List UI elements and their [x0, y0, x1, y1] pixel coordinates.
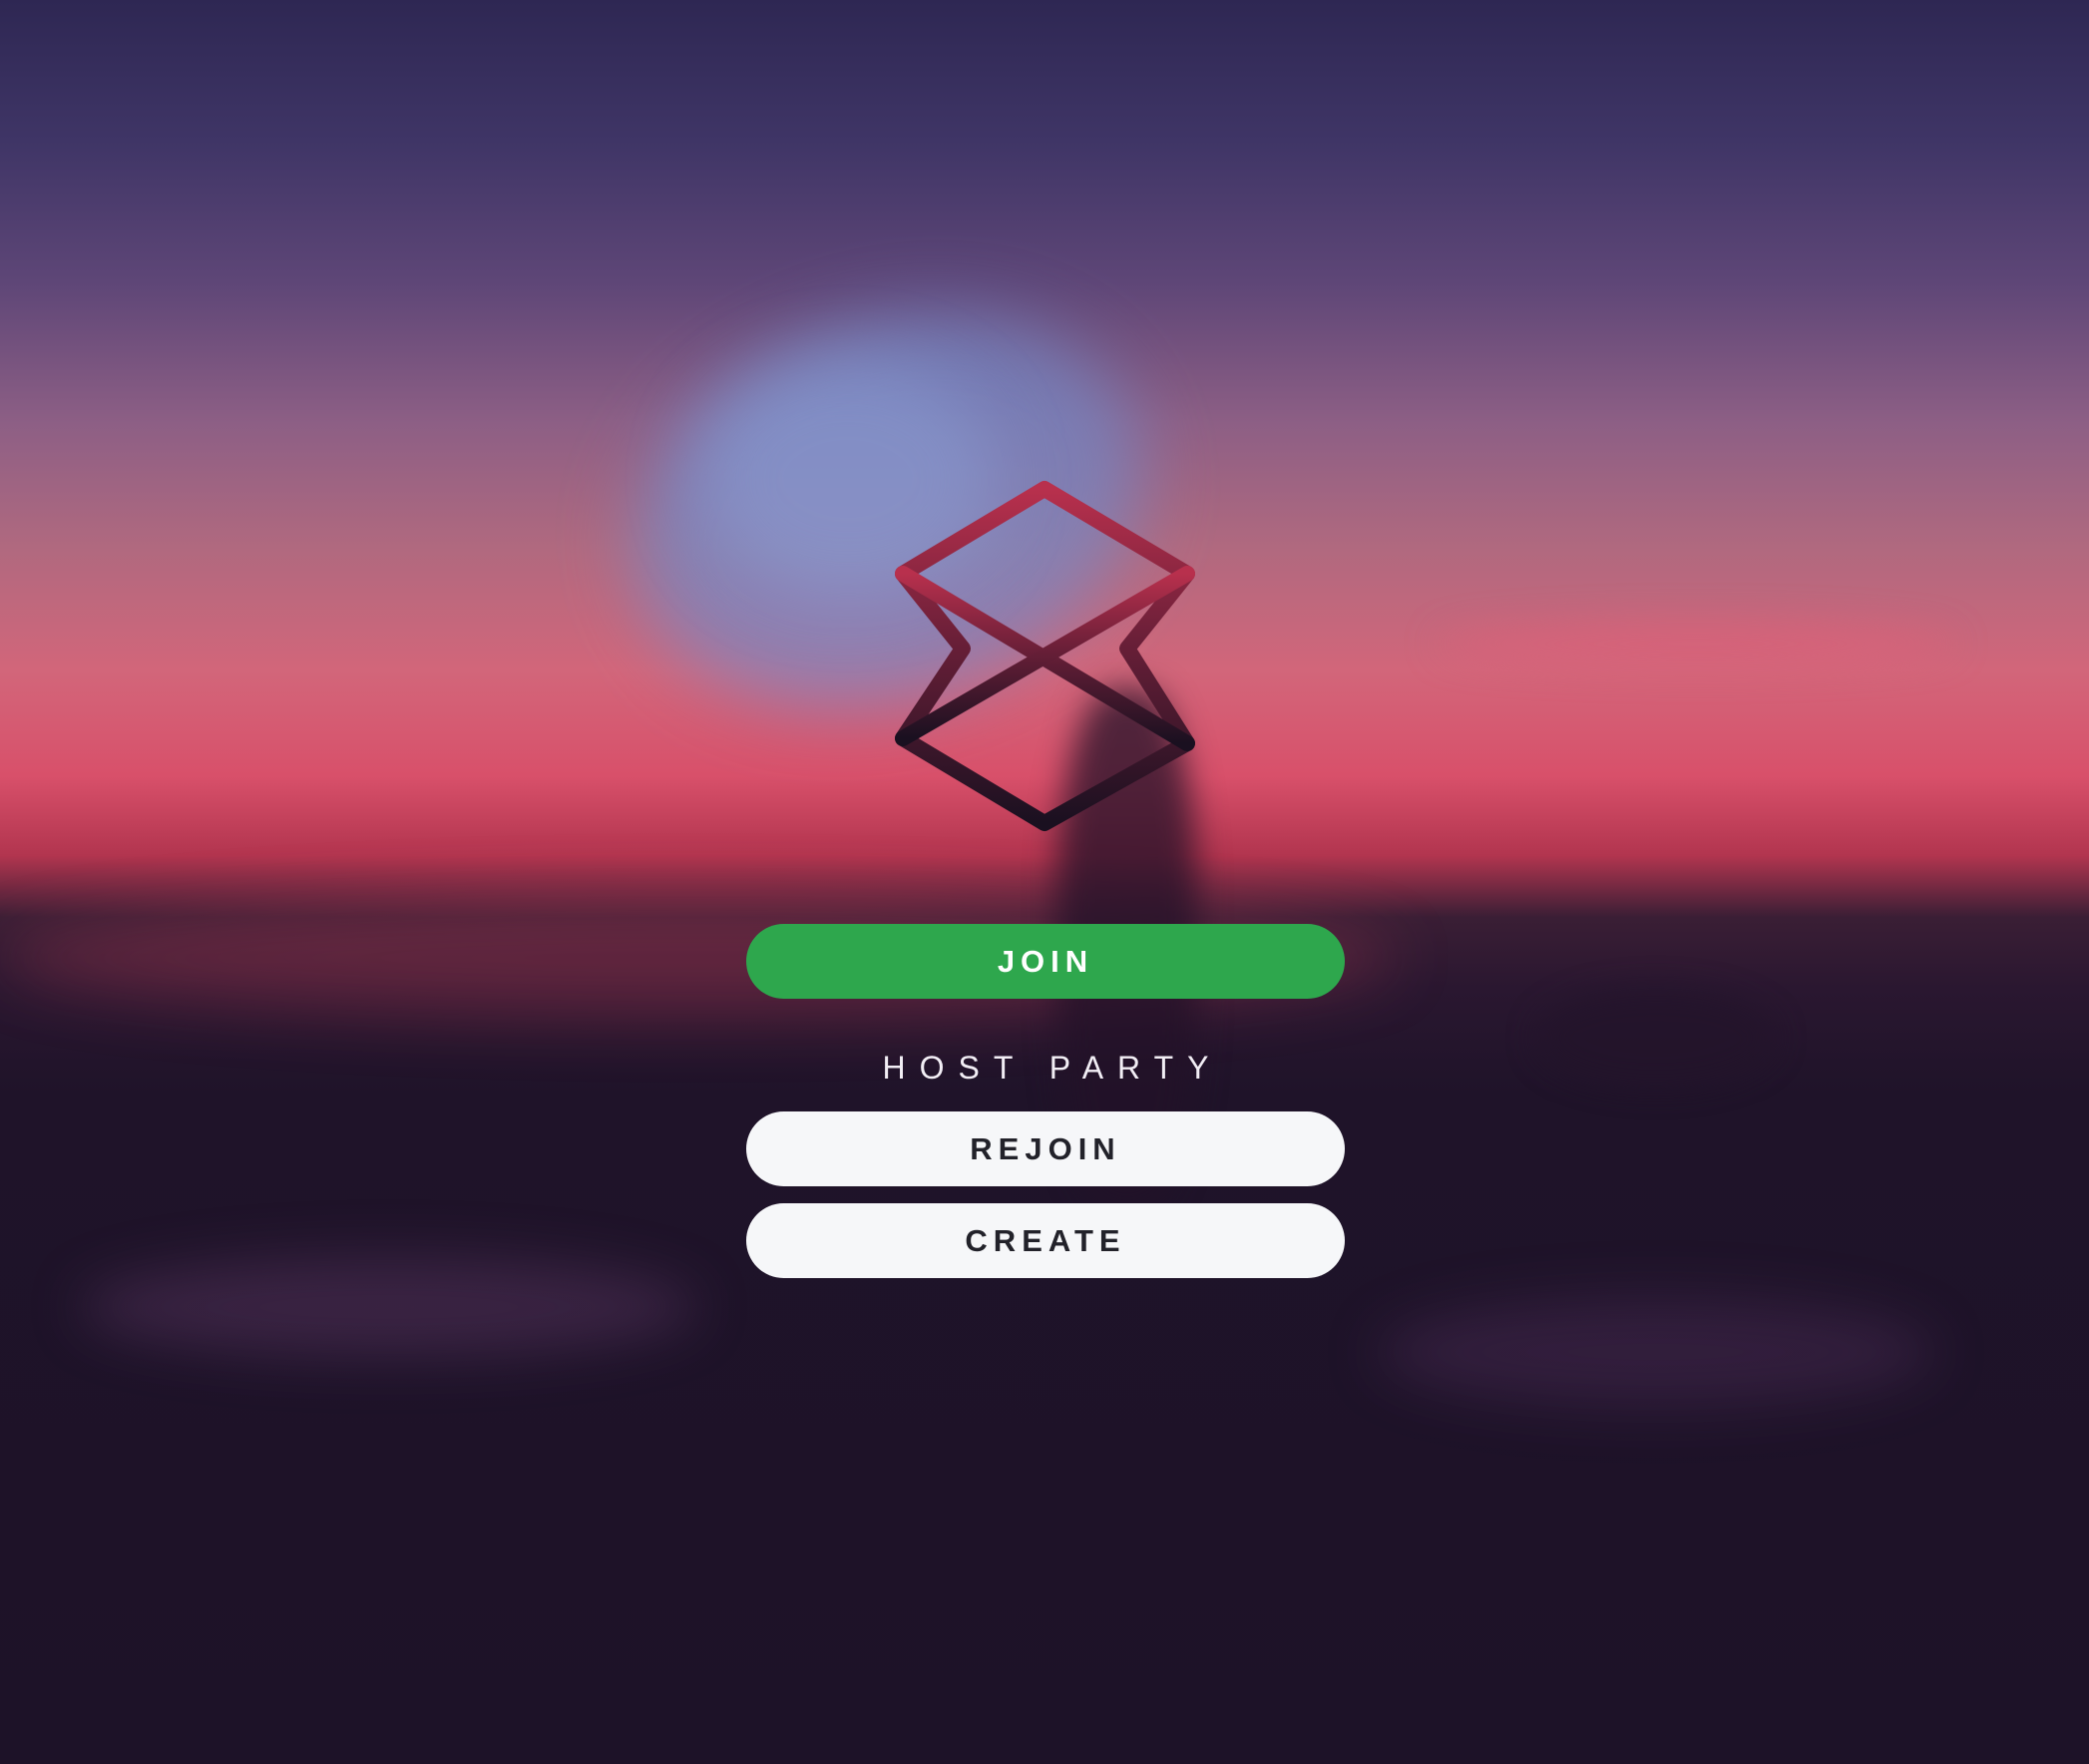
- rejoin-button[interactable]: REJOIN: [746, 1111, 1345, 1186]
- background-rock: [1536, 988, 1776, 1088]
- create-button[interactable]: CREATE: [746, 1203, 1345, 1278]
- background-beach-left: [80, 1257, 698, 1357]
- zune-logo-icon: [895, 481, 1195, 831]
- join-button[interactable]: JOIN: [746, 924, 1345, 999]
- background-beach-right: [1377, 1297, 1935, 1407]
- host-party-heading: HOST PARTY: [882, 1050, 1223, 1086]
- background-cloud-streak: [1437, 624, 1955, 663]
- background-image: [0, 0, 2089, 1764]
